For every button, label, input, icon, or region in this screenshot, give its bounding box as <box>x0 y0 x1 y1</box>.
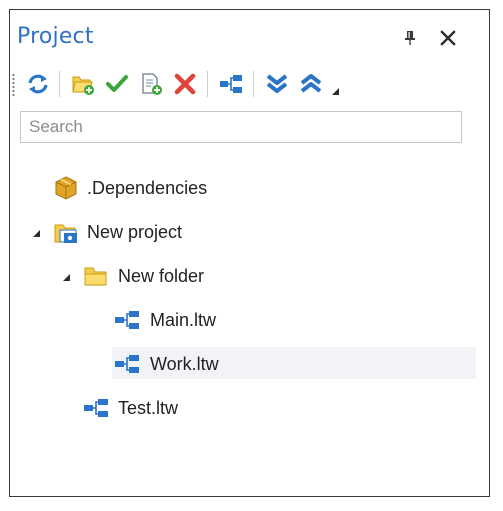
refresh-icon <box>28 74 48 94</box>
tree-item-dependencies[interactable]: .Dependencies <box>20 171 460 207</box>
toolbar-separator <box>59 71 60 97</box>
pin-button[interactable] <box>398 26 422 50</box>
new-file-icon <box>142 73 162 95</box>
workflow-button[interactable] <box>218 71 244 97</box>
toolbar-separator <box>253 71 254 97</box>
expand-all-icon <box>266 74 288 93</box>
tree-item-new-folder[interactable]: New folder <box>50 259 460 295</box>
close-button[interactable] <box>436 26 460 50</box>
tree-item-work-ltw[interactable]: Work.ltw <box>112 347 476 383</box>
collapse-all-icon <box>300 74 322 93</box>
panel-title: Project <box>17 24 94 49</box>
project-icon <box>54 224 77 243</box>
tree-item-main-ltw[interactable]: Main.ltw <box>82 303 460 339</box>
add-folder-icon <box>72 76 94 95</box>
tree-item-label: New project <box>87 222 183 242</box>
package-icon <box>55 176 77 200</box>
search-box <box>20 111 462 143</box>
toolbar-grip[interactable] <box>12 73 15 97</box>
tree-item-new-project[interactable]: New project <box>20 215 460 251</box>
workflow-file-icon <box>115 311 139 329</box>
folder-icon <box>84 267 107 286</box>
collapse-arrow-icon[interactable] <box>60 271 72 283</box>
toolbar-separator <box>207 71 208 97</box>
tree-item-label: Main.ltw <box>150 310 217 330</box>
workflow-icon <box>220 75 242 93</box>
pin-icon <box>405 31 415 45</box>
expand-all-button[interactable] <box>264 71 290 97</box>
delete-icon <box>174 73 196 95</box>
workflow-file-icon <box>84 399 108 417</box>
search-input[interactable] <box>21 112 461 142</box>
toolbar-overflow-button[interactable] <box>329 71 343 97</box>
close-icon <box>440 30 456 46</box>
refresh-button[interactable] <box>25 71 51 97</box>
checkmark-icon <box>106 75 128 92</box>
delete-button[interactable] <box>172 71 198 97</box>
add-folder-button[interactable] <box>70 71 96 97</box>
collapse-all-button[interactable] <box>298 71 324 97</box>
collapse-arrow-icon[interactable] <box>30 227 42 239</box>
new-file-button[interactable] <box>138 71 164 97</box>
check-button[interactable] <box>104 71 130 97</box>
tree-item-label: Test.ltw <box>118 398 179 418</box>
tree-item-label: New folder <box>118 266 205 286</box>
tree-item-label: .Dependencies <box>87 178 208 198</box>
toolbar <box>9 66 469 100</box>
tree-item-label: Work.ltw <box>150 354 219 374</box>
overflow-icon <box>332 88 339 95</box>
workflow-file-icon <box>115 355 139 373</box>
tree-item-test-ltw[interactable]: Test.ltw <box>50 391 460 427</box>
